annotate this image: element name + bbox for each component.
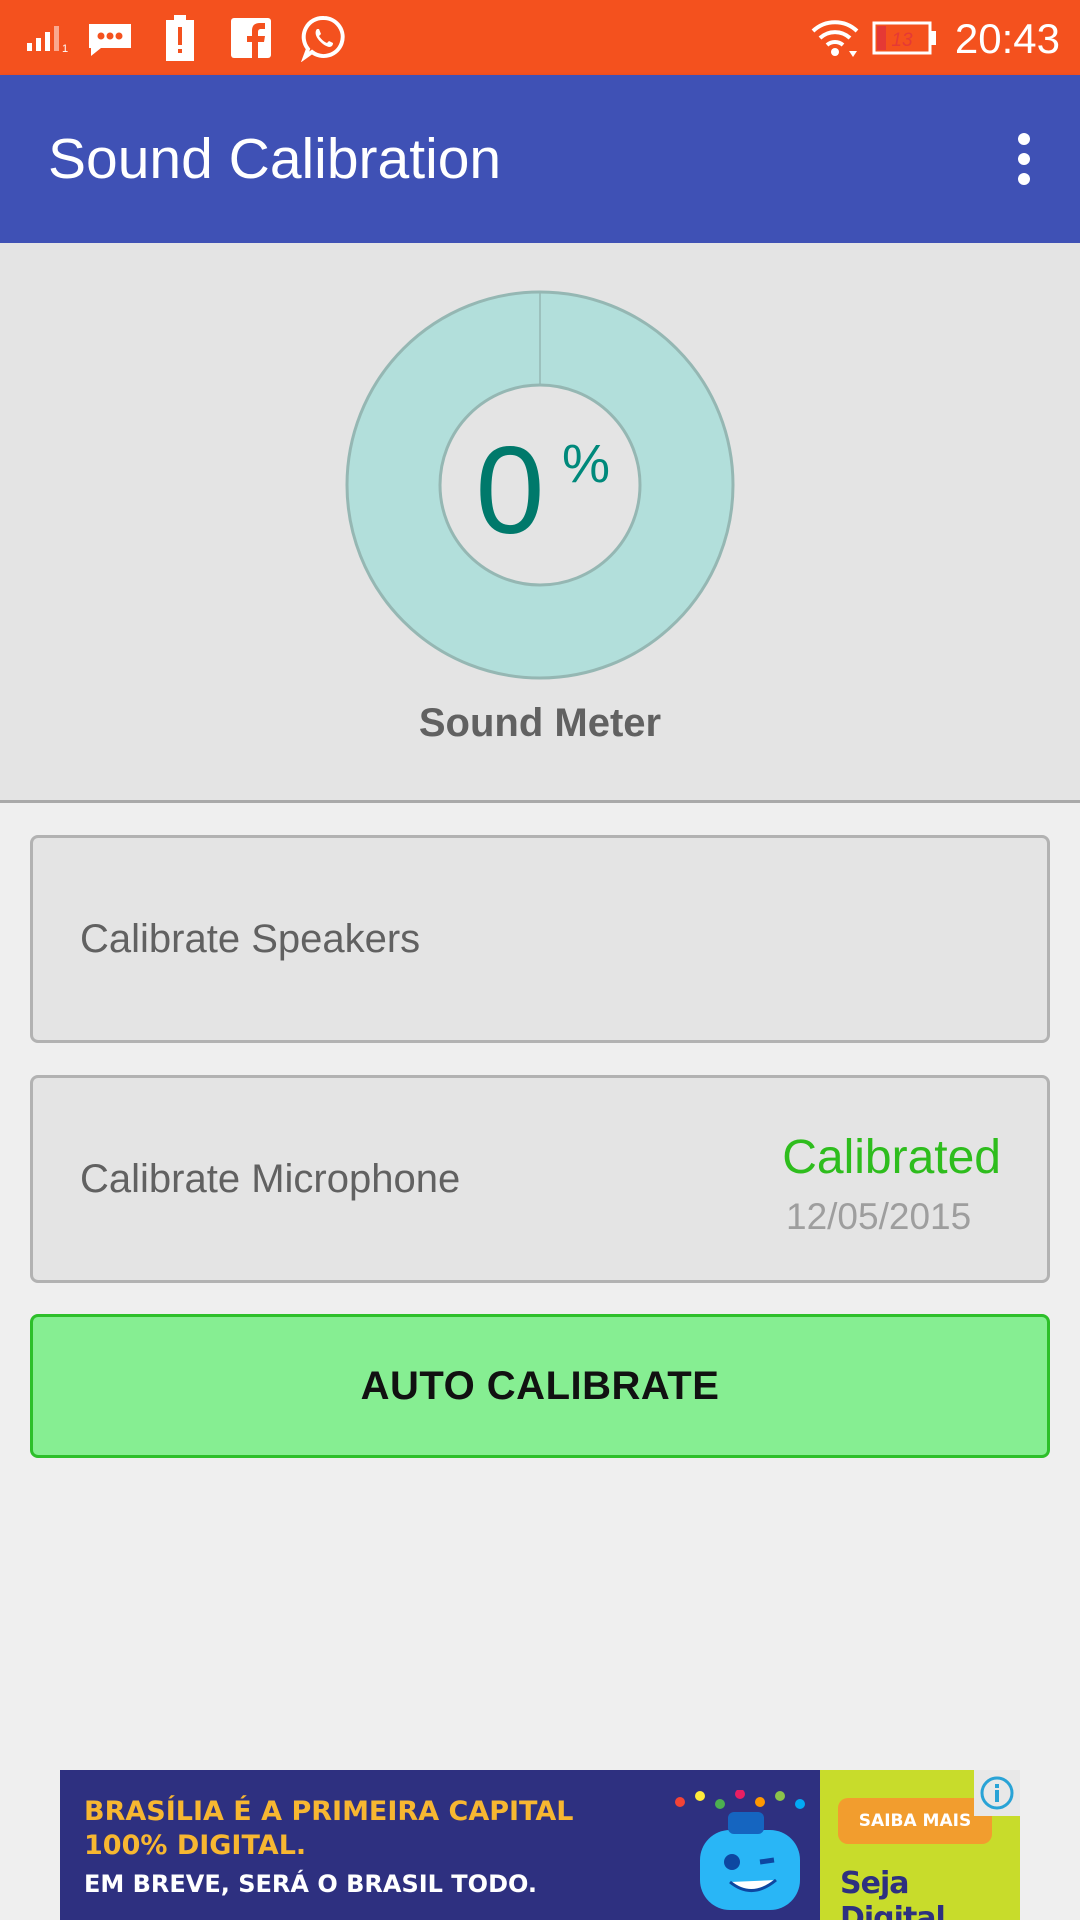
- ad-headline-2: 100% DIGITAL.: [84, 1830, 307, 1861]
- calibration-status: Calibrated: [782, 1131, 1001, 1184]
- page-title: Sound Calibration: [48, 127, 502, 191]
- calibrate-speakers-card[interactable]: Calibrate Speakers: [30, 835, 1050, 1043]
- more-vert-icon[interactable]: [994, 129, 1054, 189]
- facebook-icon: [228, 0, 274, 75]
- battery-level: 13: [891, 30, 913, 51]
- ad-subline: EM BREVE, SERÁ O BRASIL TODO.: [84, 1870, 537, 1898]
- ad-banner[interactable]: BRASÍLIA É A PRIMEIRA CAPITAL 100% DIGIT…: [60, 1770, 1020, 1920]
- mascot-icon: [675, 1790, 805, 1910]
- calibrate-speakers-label: Calibrate Speakers: [80, 917, 421, 961]
- meter-label: Sound Meter: [418, 701, 662, 745]
- battery-icon: 13: [870, 0, 940, 75]
- wifi-icon: [808, 0, 862, 75]
- svg-text:1: 1: [62, 43, 68, 53]
- status-time: 20:43: [954, 15, 1060, 62]
- app-bar: Sound Calibration: [0, 75, 1080, 243]
- battery-alert-icon: [160, 0, 200, 75]
- auto-calibrate-button[interactable]: AUTO CALIBRATE: [30, 1314, 1050, 1458]
- meter-unit: %: [562, 434, 611, 494]
- whatsapp-icon: [298, 0, 350, 75]
- signal-icon: 1: [24, 0, 74, 75]
- ad-brand: Seja Digital: [840, 1866, 946, 1920]
- message-icon: [84, 0, 136, 75]
- meter-value: 0: [475, 422, 545, 560]
- calibrate-microphone-label: Calibrate Microphone: [80, 1157, 461, 1201]
- ad-cta-button[interactable]: SAIBA MAIS: [838, 1798, 992, 1844]
- calibrate-microphone-card[interactable]: Calibrate Microphone Calibrated 12/05/20…: [30, 1075, 1050, 1283]
- status-bar: 1 13 20:43: [0, 0, 1080, 75]
- info-icon[interactable]: [974, 1770, 1020, 1816]
- sound-meter-panel: 0 % Sound Meter: [0, 243, 1080, 803]
- calibration-date: 12/05/2015: [786, 1196, 972, 1237]
- ad-headline-1: BRASÍLIA É A PRIMEIRA CAPITAL: [84, 1796, 574, 1827]
